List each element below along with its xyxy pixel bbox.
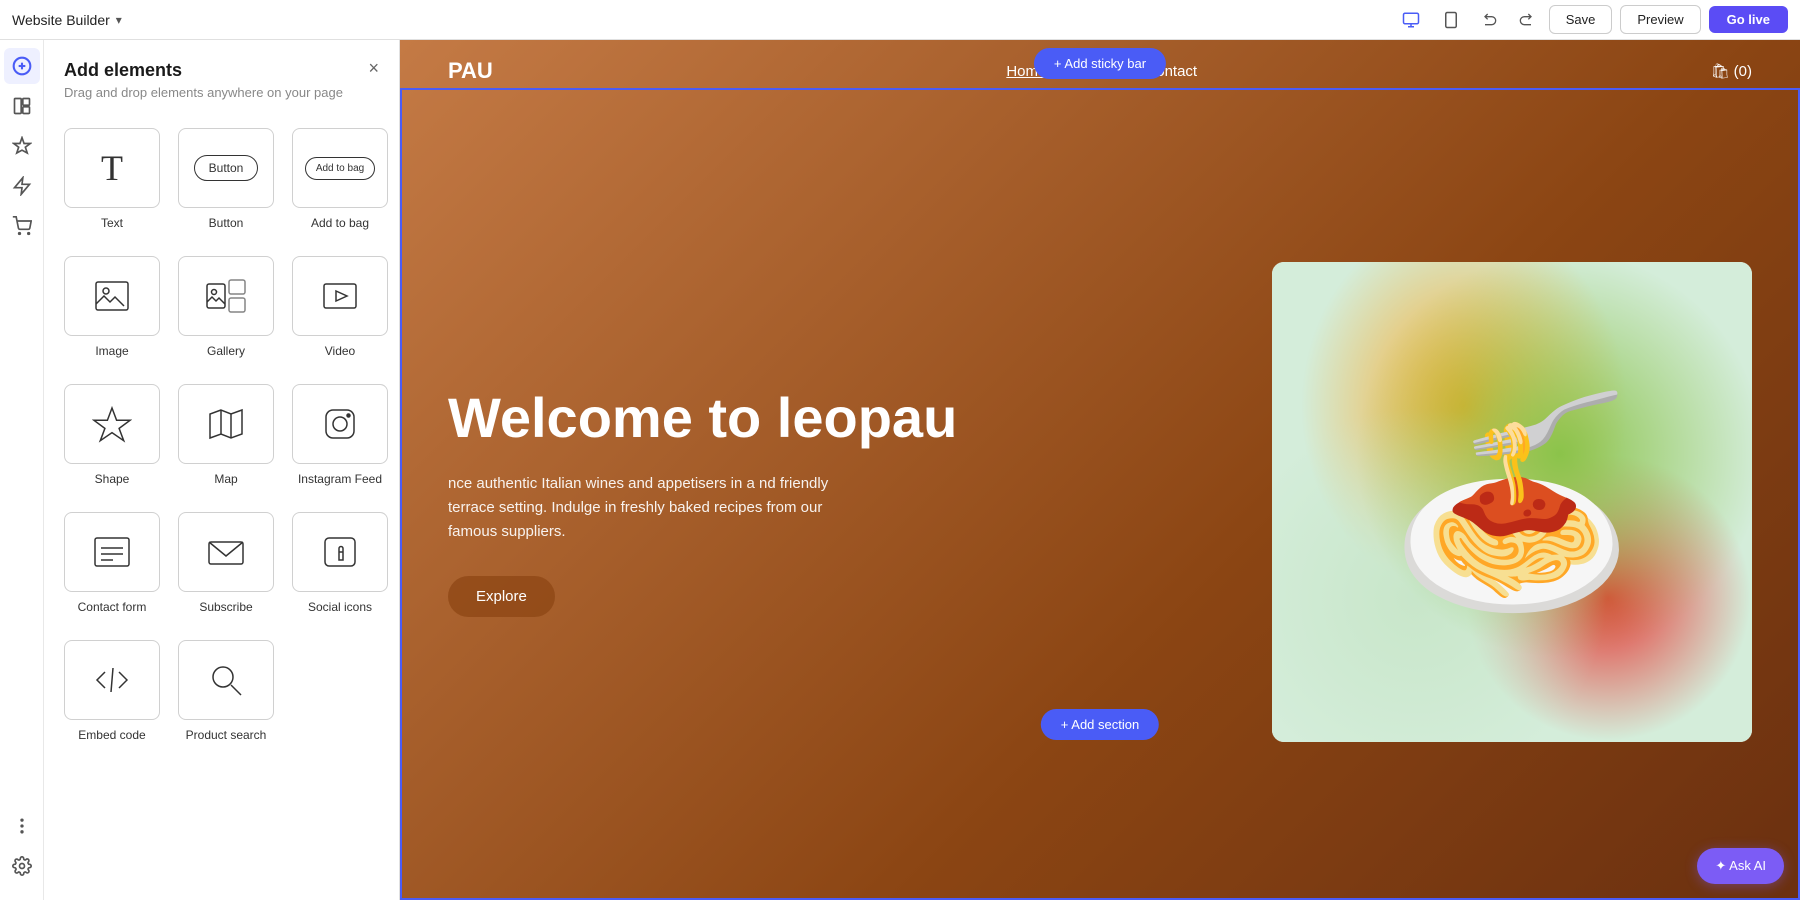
main-area: Add elements Drag and drop elements anyw… bbox=[0, 40, 1800, 900]
cart-count: (0) bbox=[1734, 63, 1752, 80]
element-icon-button: Button bbox=[178, 128, 274, 208]
element-item-map[interactable]: Map bbox=[174, 376, 278, 494]
element-label-contact: Contact form bbox=[78, 600, 147, 614]
element-icon-instagram bbox=[292, 384, 388, 464]
icon-sidebar bbox=[0, 40, 44, 900]
save-button[interactable]: Save bbox=[1549, 5, 1613, 34]
element-label-map: Map bbox=[214, 472, 237, 486]
element-item-gallery[interactable]: Gallery bbox=[174, 248, 278, 366]
pasta-image bbox=[1272, 262, 1752, 742]
element-icon-search bbox=[178, 640, 274, 720]
element-icon-shape bbox=[64, 384, 160, 464]
mobile-view-btn[interactable] bbox=[1435, 4, 1467, 36]
add-sticky-bar-button[interactable]: + Add sticky bar bbox=[1034, 48, 1166, 79]
explore-button[interactable]: Explore bbox=[448, 576, 555, 617]
hero-title: Welcome to leopau bbox=[448, 387, 1272, 449]
sidebar-item-settings[interactable] bbox=[4, 848, 40, 884]
element-label-instagram: Instagram Feed bbox=[298, 472, 382, 486]
element-item-embed[interactable]: Embed code bbox=[60, 632, 164, 750]
element-icon-video bbox=[292, 256, 388, 336]
element-item-instagram[interactable]: Instagram Feed bbox=[288, 376, 392, 494]
chevron-icon[interactable]: ▾ bbox=[116, 13, 122, 27]
element-icon-addtobag: Add to bag bbox=[292, 128, 388, 208]
preview-cart[interactable]: 🛍 (0) bbox=[1711, 62, 1752, 80]
site-preview: PAU Home Shop Contact 🛍 (0) Welco bbox=[400, 40, 1800, 900]
element-label-text: Text bbox=[101, 216, 123, 230]
element-icon-embed bbox=[64, 640, 160, 720]
element-item-subscribe[interactable]: Subscribe bbox=[174, 504, 278, 622]
element-item-video[interactable]: Video bbox=[288, 248, 392, 366]
element-label-search: Product search bbox=[186, 728, 267, 742]
element-label-button: Button bbox=[209, 216, 244, 230]
app-title-group: Website Builder ▾ bbox=[12, 12, 122, 28]
canvas-inner: PAU Home Shop Contact 🛍 (0) Welco bbox=[400, 40, 1800, 900]
element-item-addtobag[interactable]: Add to bag Add to bag bbox=[288, 120, 392, 238]
panel-header: Add elements Drag and drop elements anyw… bbox=[44, 40, 399, 108]
add-elements-panel: Add elements Drag and drop elements anyw… bbox=[44, 40, 400, 900]
top-bar-actions: Save Preview Go live bbox=[1395, 4, 1788, 36]
hero-image bbox=[1272, 262, 1752, 742]
element-icon-map bbox=[178, 384, 274, 464]
element-icon-social bbox=[292, 512, 388, 592]
panel-subtitle: Drag and drop elements anywhere on your … bbox=[64, 85, 343, 100]
elements-grid: T Text Button Button Add to bag Add to b… bbox=[44, 108, 399, 770]
preview-button[interactable]: Preview bbox=[1620, 5, 1700, 34]
element-label-shape: Shape bbox=[95, 472, 130, 486]
element-item-text[interactable]: T Text bbox=[60, 120, 164, 238]
hero-desc: nce authentic Italian wines and appetise… bbox=[448, 472, 848, 544]
element-label-embed: Embed code bbox=[78, 728, 145, 742]
panel-title: Add elements bbox=[64, 60, 343, 81]
panel-close-button[interactable]: × bbox=[368, 58, 379, 79]
element-icon-subscribe bbox=[178, 512, 274, 592]
canvas-area: PAU Home Shop Contact 🛍 (0) Welco bbox=[400, 40, 1800, 900]
cart-icon: 🛍 bbox=[1711, 62, 1730, 80]
element-item-search[interactable]: Product search bbox=[174, 632, 278, 750]
sidebar-item-store[interactable] bbox=[4, 208, 40, 244]
element-icon-image bbox=[64, 256, 160, 336]
element-icon-text: T bbox=[64, 128, 160, 208]
element-label-video: Video bbox=[325, 344, 355, 358]
sidebar-item-shapes[interactable] bbox=[4, 128, 40, 164]
element-label-gallery: Gallery bbox=[207, 344, 245, 358]
element-item-button[interactable]: Button Button bbox=[174, 120, 278, 238]
undo-redo-group bbox=[1475, 4, 1541, 36]
go-live-button[interactable]: Go live bbox=[1709, 6, 1788, 33]
element-item-contact[interactable]: Contact form bbox=[60, 504, 164, 622]
element-label-subscribe: Subscribe bbox=[199, 600, 252, 614]
element-label-addtobag: Add to bag bbox=[311, 216, 369, 230]
element-item-shape[interactable]: Shape bbox=[60, 376, 164, 494]
undo-btn[interactable] bbox=[1475, 4, 1507, 36]
element-icon-contact bbox=[64, 512, 160, 592]
top-bar: Website Builder ▾ Save Preview Go live bbox=[0, 0, 1800, 40]
redo-btn[interactable] bbox=[1509, 4, 1541, 36]
element-label-social: Social icons bbox=[308, 600, 372, 614]
element-icon-gallery bbox=[178, 256, 274, 336]
ask-ai-button[interactable]: ✦ Ask AI bbox=[1697, 848, 1784, 884]
element-item-social[interactable]: Social icons bbox=[288, 504, 392, 622]
sidebar-item-layers[interactable] bbox=[4, 88, 40, 124]
preview-hero: Welcome to leopau nce authentic Italian … bbox=[400, 102, 1800, 882]
sidebar-item-more[interactable] bbox=[4, 808, 40, 844]
add-section-button[interactable]: + Add section bbox=[1041, 709, 1159, 740]
preview-logo: PAU bbox=[448, 58, 493, 84]
element-label-image: Image bbox=[95, 344, 128, 358]
hero-text: Welcome to leopau nce authentic Italian … bbox=[448, 387, 1272, 618]
sidebar-item-add[interactable] bbox=[4, 48, 40, 84]
element-item-image[interactable]: Image bbox=[60, 248, 164, 366]
sidebar-item-ai[interactable] bbox=[4, 168, 40, 204]
app-title: Website Builder bbox=[12, 12, 110, 28]
desktop-view-btn[interactable] bbox=[1395, 4, 1427, 36]
